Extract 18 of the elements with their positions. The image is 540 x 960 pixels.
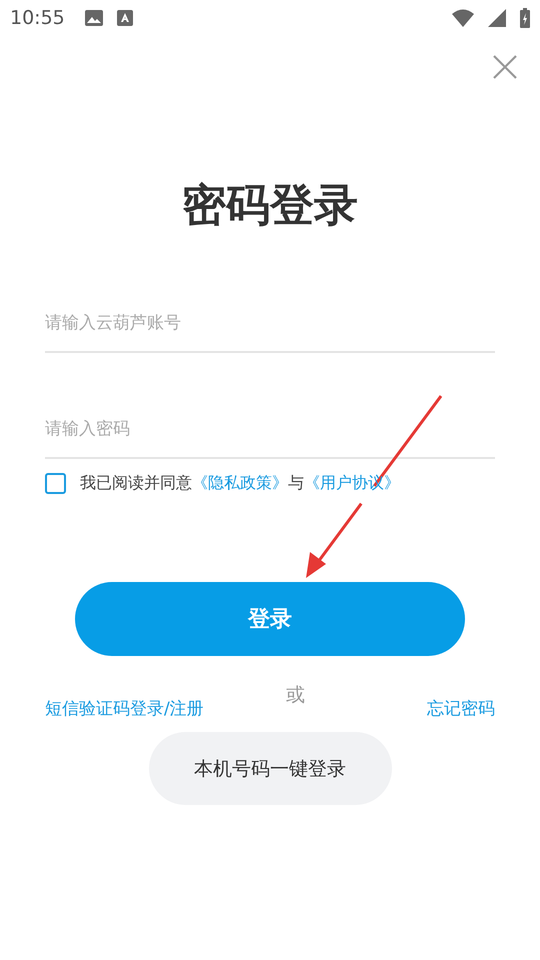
conjunction-text: 与 [288, 473, 304, 494]
status-time: 10:55 [10, 7, 65, 29]
page-title: 密码登录 [181, 179, 359, 233]
or-label: 或 [286, 683, 305, 708]
sms-login-link[interactable]: 短信验证码登录/注册 [45, 697, 204, 720]
image-icon [84, 10, 103, 26]
signal-icon [488, 9, 506, 27]
agreement-text: 我已阅读并同意 [80, 473, 192, 494]
battery-icon [520, 8, 530, 28]
forgot-password-link[interactable]: 忘记密码 [426, 697, 495, 720]
wifi-icon [452, 9, 474, 27]
login-button[interactable]: 登录 [75, 582, 465, 656]
account-field[interactable]: 请输入云葫芦账号 [45, 301, 495, 353]
agreement-checkbox[interactable] [45, 473, 66, 494]
privacy-policy-link[interactable]: 《隐私政策》 [192, 473, 288, 494]
text-icon [116, 10, 133, 26]
one-tap-login-button[interactable]: 本机号码一键登录 [148, 732, 392, 805]
password-field[interactable]: 请输入密码 [45, 407, 495, 459]
